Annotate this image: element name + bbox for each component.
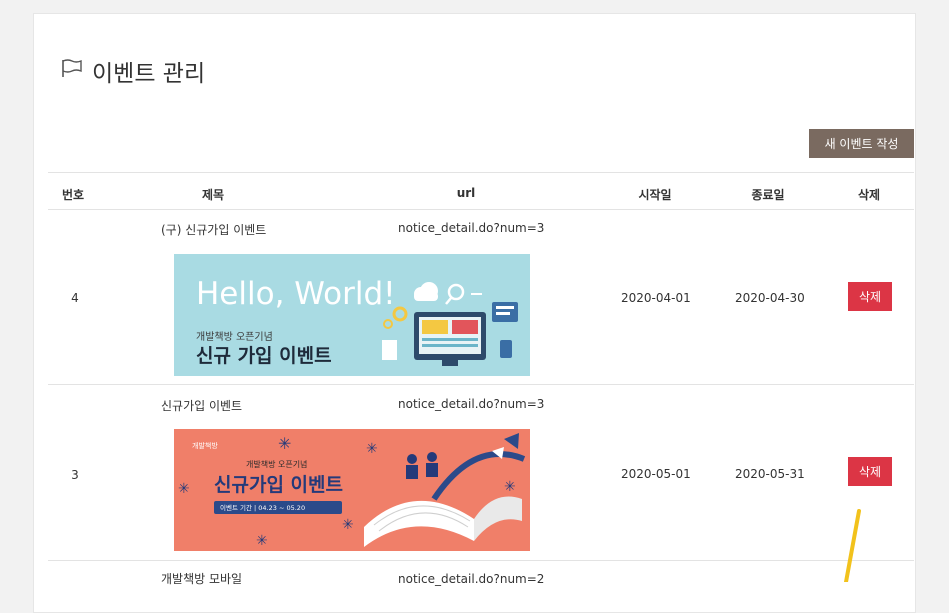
banner-main: 신규가입 이벤트 [214,474,343,496]
banner-main: 신규 가입 이벤트 [196,345,332,367]
header-num: 번호 [61,188,85,202]
header-start-date: 시작일 [638,188,672,202]
svg-text:✳: ✳ [366,441,378,457]
row-num: 4 [71,291,79,305]
svg-text:✳: ✳ [256,533,268,549]
svg-text:✳: ✳ [178,481,190,497]
row-title-link[interactable]: 개발책방 모바일 [161,570,242,587]
svg-text:✳: ✳ [504,479,516,495]
banner-headline: Hello, World! [196,276,396,312]
header-end-date: 종료일 [751,188,785,202]
row-start-date: 2020-04-01 [621,291,691,305]
row-num: 3 [71,468,79,482]
page-title: 이벤트 관리 [60,56,206,87]
header-bottom-border [48,209,914,210]
banner-sub: 개발책방 오픈기념 [246,459,307,469]
row-title-link[interactable]: (구) 신규가입 이벤트 [161,221,266,238]
event-banner-image[interactable]: Hello, World! 개발책방 오픈기념 신규 가입 이벤트 [174,254,530,376]
banner-sub: 개발책방 오픈기념 [196,331,273,343]
row-url: notice_detail.do?num=3 [398,397,545,411]
row-url: notice_detail.do?num=2 [398,572,545,586]
table-top-border [48,172,914,173]
flag-icon [60,58,84,84]
event-banner-image[interactable]: 개발책방 개발책방 오픈기념 신규가입 이벤트 이벤트 기간 | 04.23 ~… [174,429,530,551]
delete-button[interactable]: 삭제 [848,457,892,486]
banner-period: 이벤트 기간 | 04.23 ~ 05.20 [220,503,305,512]
svg-text:✳: ✳ [342,517,354,533]
header-title: 제목 [201,188,225,202]
page-title-text: 이벤트 관리 [92,61,206,87]
row-start-date: 2020-05-01 [621,467,691,481]
new-event-button[interactable]: 새 이벤트 작성 [809,129,914,158]
row-end-date: 2020-04-30 [735,291,805,305]
header-url: url [456,186,476,200]
banner-logo: 개발책방 [192,441,218,450]
row-divider [48,560,914,561]
row-url: notice_detail.do?num=3 [398,221,545,235]
delete-button[interactable]: 삭제 [848,282,892,311]
row-title-link[interactable]: 신규가입 이벤트 [161,397,242,414]
header-delete: 삭제 [857,188,881,202]
row-end-date: 2020-05-31 [735,467,805,481]
row-divider [48,384,914,385]
svg-text:✳: ✳ [278,434,291,453]
